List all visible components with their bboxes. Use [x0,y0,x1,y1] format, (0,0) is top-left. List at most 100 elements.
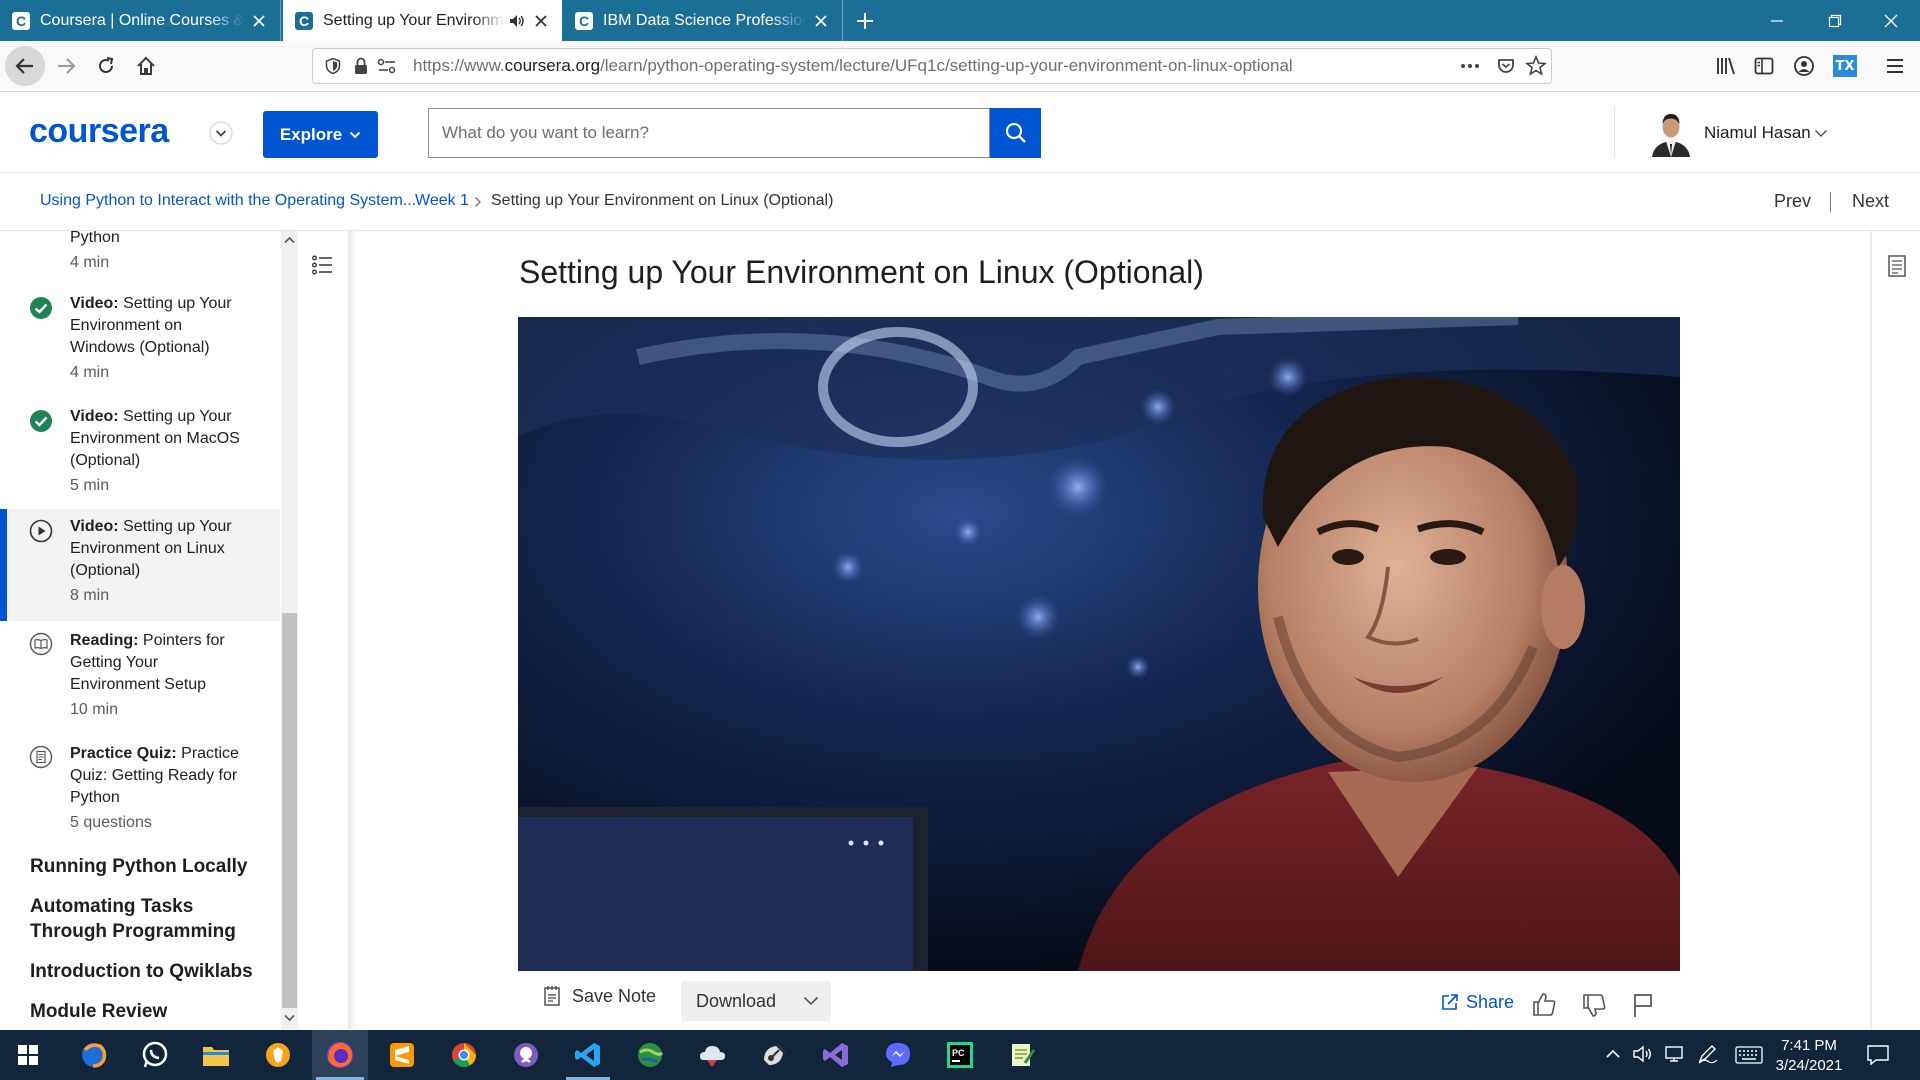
pocket-icon[interactable] [1496,56,1516,76]
taskbar-satellite-app[interactable] [746,1030,802,1080]
transcript-icon[interactable] [1887,254,1907,278]
outline-item-reading-pointers[interactable]: Reading: Pointers for Getting Your Envir… [0,630,280,738]
thumbs-up-icon[interactable] [1530,990,1558,1018]
section-running-python-locally[interactable]: Running Python Locally [30,854,260,879]
taskbar-file-explorer[interactable] [188,1030,244,1080]
outline-list-icon[interactable] [311,253,335,277]
sidebar-scrollbar[interactable] [281,231,298,1029]
lock-icon[interactable] [352,56,370,76]
tab-coursera-home[interactable]: C Coursera | Online Courses & Credential… [0,0,281,41]
breadcrumb-course-link[interactable]: Using Python to Interact with the Operat… [40,192,416,210]
forward-button[interactable] [46,46,86,86]
share-button[interactable]: Share [1440,992,1514,1013]
restore-window-button[interactable] [1806,0,1864,41]
taskbar-whatsapp[interactable] [127,1030,183,1080]
reload-button[interactable] [86,46,126,86]
pen-icon[interactable] [1697,1044,1719,1064]
bookmark-star-icon[interactable] [1525,55,1547,77]
avatar[interactable] [1646,107,1696,157]
explore-label: Explore [279,124,343,144]
section-module-review[interactable]: Module Review [30,999,260,1024]
video-frame-instructor[interactable] [518,317,1680,971]
search-button[interactable] [990,108,1041,158]
speaker-icon[interactable] [508,12,526,30]
taskbar-vscode[interactable] [560,1030,616,1080]
coursera-logo[interactable]: coursera [29,112,169,151]
back-button[interactable] [5,46,45,86]
url-text[interactable]: https://www.coursera.org/learn/python-op… [413,49,1293,83]
cloud-icon [700,1046,725,1067]
chevron-down-icon [803,996,819,1006]
section-automating-tasks[interactable]: Automating Tasks Through Programming [30,894,260,944]
logo-dropdown-icon[interactable] [208,120,234,146]
taskbar-messenger[interactable] [870,1030,926,1080]
flag-icon[interactable] [1631,991,1655,1019]
prev-button[interactable]: Prev [1774,191,1811,212]
library-icon[interactable] [1715,55,1737,77]
item-type: Practice Quiz: [70,745,177,762]
home-button[interactable] [126,46,166,86]
outline-item-linux-setup-current[interactable]: Video: Setting up Your Environment on Li… [0,509,280,621]
download-dropdown[interactable]: Download [681,981,831,1021]
item-type: Video: [70,518,119,535]
more-actions-icon[interactable] [1459,57,1481,75]
scroll-down-icon[interactable] [284,1014,295,1022]
minimize-window-button[interactable] [1748,0,1806,41]
outline-item-practice-quiz[interactable]: Practice Quiz: Practice Quiz: Getting Re… [0,743,280,851]
shield-icon[interactable] [324,57,342,75]
new-tab-button[interactable] [850,6,880,36]
sidebar-toggle-icon[interactable] [1753,55,1775,77]
outline-item-partial[interactable]: Python 4 min [0,231,280,277]
taskbar-cloud-app[interactable] [684,1030,740,1080]
close-tab-icon[interactable] [532,12,550,30]
user-menu-chevron-icon[interactable] [1814,129,1828,138]
minimize-icon [1771,19,1783,22]
tab-ibm-data-science[interactable]: C IBM Data Science Professional Certific… [563,0,843,41]
network-icon[interactable] [1664,1044,1686,1064]
extension-icon[interactable]: TX [1833,55,1857,77]
close-tab-icon[interactable] [812,12,830,30]
taskbar-earth-app[interactable] [622,1030,678,1080]
taskbar-visual-studio[interactable] [808,1030,864,1080]
scroll-thumb[interactable] [282,613,297,1008]
coursera-favicon-icon: C [575,11,593,30]
tray-overflow-chevron-icon[interactable] [1605,1047,1621,1061]
next-button[interactable]: Next [1852,191,1889,212]
taskbar-github-desktop[interactable] [498,1030,554,1080]
outline-item-macos-setup[interactable]: Video: Setting up Your Environment on Ma… [0,406,280,514]
item-type: Video: [70,408,119,425]
tab-current-lecture[interactable]: C Setting up Your Environment on Linux (… [283,0,562,41]
arrow-right-icon [58,58,76,74]
outline-item-windows-setup[interactable]: Video: Setting up Your Environment on Wi… [0,293,280,401]
thumbs-down-icon[interactable] [1580,992,1608,1020]
permissions-icon[interactable] [377,57,397,75]
section-introduction-to-qwiklabs[interactable]: Introduction to Qwiklabs [30,959,260,984]
taskbar-clock[interactable]: 7:41 PM 3/24/2021 [1769,1036,1849,1076]
scroll-up-icon[interactable] [284,236,295,244]
save-note-button[interactable]: Save Note [543,985,656,1007]
taskbar-pycharm[interactable]: PC [932,1030,988,1080]
hamburger-menu-icon[interactable] [1885,56,1905,76]
keyboard-icon[interactable] [1735,1046,1763,1064]
quiz-icon [29,745,53,769]
taskbar-chrome[interactable] [436,1030,492,1080]
account-icon[interactable] [1793,55,1815,77]
close-tab-icon[interactable] [250,12,268,30]
browser-tab-bar: C Coursera | Online Courses & Credential… [0,0,1920,41]
taskbar-sublime[interactable] [374,1030,430,1080]
taskbar-firefox-dev[interactable] [66,1030,122,1080]
taskbar-notepad[interactable] [994,1030,1050,1080]
explore-button[interactable]: Explore [263,111,378,158]
close-window-button[interactable] [1862,0,1920,41]
url-bar[interactable]: https://www.coursera.org/learn/python-op… [312,48,1552,84]
start-button[interactable] [0,1030,56,1080]
clock-time: 7:41 PM [1781,1037,1837,1054]
volume-icon[interactable] [1632,1044,1654,1064]
notifications-icon[interactable] [1866,1044,1890,1066]
user-name[interactable]: Niamul Hasan [1704,123,1811,143]
video-player[interactable] [518,317,1680,971]
taskbar-firefox[interactable] [312,1030,368,1080]
breadcrumb-week-link[interactable]: Week 1 [415,192,469,210]
search-input[interactable] [428,108,990,158]
taskbar-brave[interactable] [250,1030,306,1080]
